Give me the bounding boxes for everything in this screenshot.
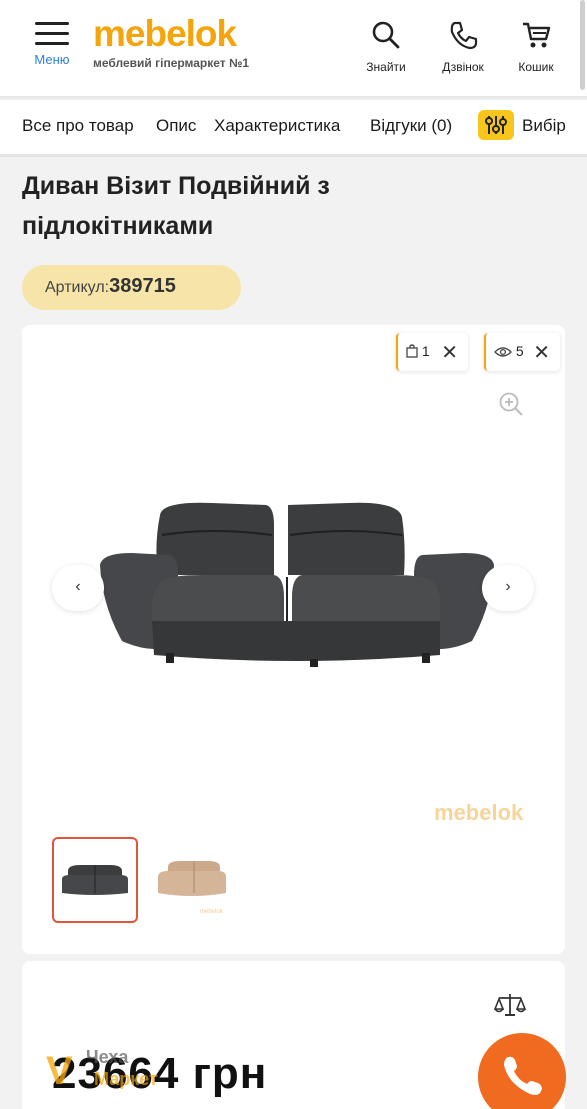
sku-badge: Артикул:389715 xyxy=(22,265,241,310)
compare-icon xyxy=(406,344,418,358)
phone-icon xyxy=(504,1056,542,1095)
search-icon xyxy=(372,21,400,49)
menu-label: Меню xyxy=(34,52,70,67)
tab-description[interactable]: Опис xyxy=(156,116,196,136)
next-image-button[interactable]: › xyxy=(482,565,534,611)
overlay-watermark-logo: V Чеха Маркет xyxy=(46,1031,158,1101)
menu-icon xyxy=(35,18,69,46)
eye-icon xyxy=(494,347,512,357)
product-image[interactable] xyxy=(92,495,502,685)
thumbnail-watermark: mebelok xyxy=(200,909,223,915)
tab-choice[interactable]: Вибір xyxy=(522,116,566,136)
thumbnail-beige[interactable]: mebelok xyxy=(150,837,236,923)
close-icon[interactable]: ✕ xyxy=(441,340,458,365)
tab-all-about-product[interactable]: Все про товар xyxy=(22,116,134,136)
zoom-icon xyxy=(499,392,523,416)
chevron-right-icon: › xyxy=(505,578,511,595)
thumbnail-image xyxy=(158,861,226,896)
chevron-left-icon: ‹ xyxy=(75,578,81,595)
filter-button[interactable] xyxy=(478,110,514,140)
logo-subtitle: меблевий гіпермаркет №1 xyxy=(93,56,250,70)
compare-count: 1 xyxy=(421,343,430,359)
close-icon[interactable]: ✕ xyxy=(533,340,550,365)
tab-reviews[interactable]: Відгуки (0) xyxy=(370,116,452,136)
menu-button[interactable]: Меню xyxy=(30,18,74,67)
views-count: 5 xyxy=(515,343,524,359)
call-button[interactable]: Дзвінок xyxy=(433,20,493,74)
phone-icon xyxy=(450,21,478,50)
product-gallery: 1 ✕ 5 ✕ ‹ › mebelok mebelok xyxy=(22,325,565,954)
call-label: Дзвінок xyxy=(442,60,484,74)
overlay-logo-line2: Маркет xyxy=(94,1069,158,1089)
product-title: Диван Візит Подвійний з підлокітниками xyxy=(22,172,330,240)
product-tabs: Все про товар Опис Характеристика Відгук… xyxy=(0,100,587,154)
sku-value: 389715 xyxy=(109,275,176,297)
overlay-logo-letter: V xyxy=(46,1049,73,1093)
search-label: Знайти xyxy=(366,60,406,74)
site-logo[interactable]: mebelok меблевий гіпермаркет №1 xyxy=(93,13,250,71)
cart-button[interactable]: Кошик xyxy=(506,20,566,74)
thumbnail-black[interactable] xyxy=(52,837,138,923)
site-header: Меню mebelok меблевий гіпермаркет №1 Зна… xyxy=(0,0,587,96)
views-badge[interactable]: 5 ✕ xyxy=(484,333,560,371)
cart-label: Кошик xyxy=(518,60,554,74)
tab-specifications[interactable]: Характеристика xyxy=(214,116,340,136)
scale-icon xyxy=(493,994,527,1016)
filter-icon xyxy=(485,116,507,134)
tabs-divider xyxy=(0,154,587,157)
compare-badge[interactable]: 1 ✕ xyxy=(396,333,468,371)
sku-label: Артикул: xyxy=(45,279,110,296)
logo-text: mebelok xyxy=(93,13,237,54)
prev-image-button[interactable]: ‹ xyxy=(52,565,104,611)
image-watermark: mebelok xyxy=(434,800,524,825)
overlay-logo-line1: Чеха xyxy=(86,1047,129,1067)
zoom-button[interactable] xyxy=(498,391,524,422)
thumbnail-image xyxy=(62,865,128,895)
page-scrollbar[interactable] xyxy=(580,0,585,90)
cart-icon xyxy=(523,22,551,48)
compare-button[interactable] xyxy=(493,991,527,1024)
search-button[interactable]: Знайти xyxy=(356,20,416,74)
